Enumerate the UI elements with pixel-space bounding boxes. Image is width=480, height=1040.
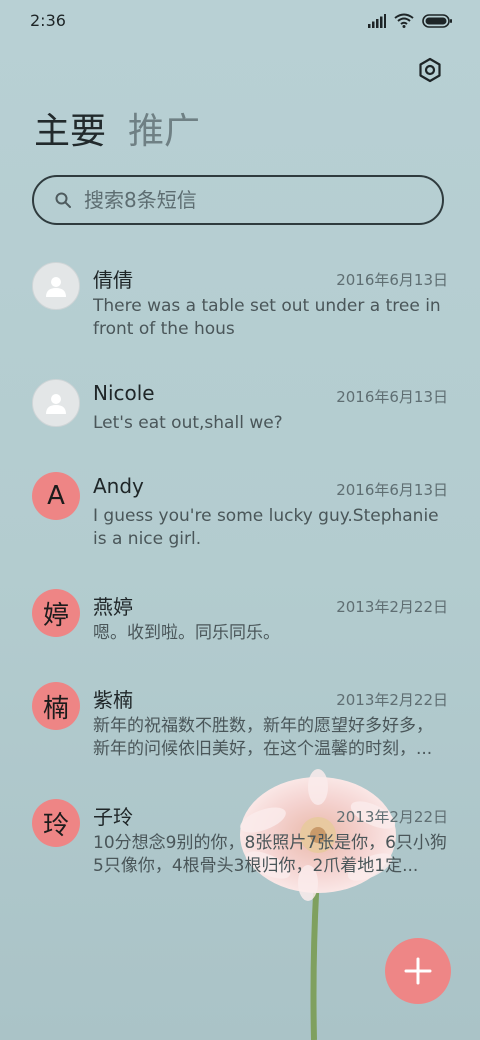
avatar: 楠 bbox=[32, 682, 80, 730]
compose-button[interactable] bbox=[385, 938, 451, 1004]
message-date: 2013年2月22日 bbox=[336, 808, 448, 826]
avatar: 玲 bbox=[32, 799, 80, 847]
message-row[interactable]: 婷 燕婷 2013年2月22日 嗯。收到啦。同乐同乐。 bbox=[0, 577, 480, 670]
settings-icon bbox=[419, 57, 441, 83]
contact-name: 紫楠 bbox=[93, 688, 133, 712]
contact-name: 倩倩 bbox=[93, 268, 133, 292]
contact-name: 燕婷 bbox=[93, 595, 133, 619]
tab-primary[interactable]: 主要 bbox=[34, 108, 106, 156]
status-icons bbox=[368, 13, 452, 28]
message-date: 2016年6月13日 bbox=[336, 271, 448, 289]
wifi-icon bbox=[394, 13, 414, 28]
contact-name: 子玲 bbox=[93, 805, 133, 829]
search-bar[interactable] bbox=[32, 175, 444, 225]
message-row[interactable]: 楠 紫楠 2013年2月22日 新年的祝福数不胜数，新年的愿望好多好多，新年的问… bbox=[0, 670, 480, 787]
status-time: 2:36 bbox=[30, 11, 66, 30]
plus-icon bbox=[404, 957, 432, 985]
person-icon bbox=[46, 277, 66, 297]
message-row[interactable]: 玲 子玲 2013年2月22日 10分想念9别的你，8张照片7张是你，6只小狗5… bbox=[0, 787, 480, 904]
status-bar: 2:36 bbox=[0, 0, 480, 40]
battery-icon bbox=[422, 13, 452, 28]
message-date: 2013年2月22日 bbox=[336, 691, 448, 709]
avatar bbox=[32, 262, 80, 310]
message-preview: Let's eat out,shall we? bbox=[93, 413, 283, 433]
message-date: 2013年2月22日 bbox=[336, 598, 448, 616]
search-icon bbox=[55, 192, 71, 208]
message-preview: 新年的祝福数不胜数，新年的愿望好多好多，新年的问候依旧美好，在这个温馨的时刻，.… bbox=[93, 716, 433, 759]
message-list: 倩倩 2016年6月13日 There was a table set out … bbox=[0, 250, 480, 904]
avatar bbox=[32, 379, 80, 427]
contact-name: Andy bbox=[93, 474, 144, 498]
tab-promotions[interactable]: 推广 bbox=[128, 108, 200, 156]
settings-button[interactable] bbox=[416, 56, 444, 84]
message-preview: 嗯。收到啦。同乐同乐。 bbox=[93, 623, 280, 643]
contact-name: Nicole bbox=[93, 381, 155, 405]
message-date: 2016年6月13日 bbox=[336, 481, 448, 499]
signal-icon bbox=[368, 13, 386, 28]
message-preview: I guess you're some lucky guy.Stephanie … bbox=[93, 506, 439, 549]
tab-bar: 主要 推广 bbox=[34, 108, 200, 156]
person-icon bbox=[46, 394, 66, 414]
message-row[interactable]: A Andy 2016年6月13日 I guess you're some lu… bbox=[0, 460, 480, 577]
message-preview: 10分想念9别的你，8张照片7张是你，6只小狗5只像你，4根骨头3根归你，2爪着… bbox=[93, 833, 447, 876]
message-preview: There was a table set out under a tree i… bbox=[93, 296, 441, 339]
avatar: A bbox=[32, 472, 80, 520]
message-row[interactable]: 倩倩 2016年6月13日 There was a table set out … bbox=[0, 250, 480, 367]
avatar: 婷 bbox=[32, 589, 80, 637]
search-input[interactable] bbox=[82, 187, 416, 213]
message-row[interactable]: Nicole 2016年6月13日 Let's eat out,shall we… bbox=[0, 367, 480, 460]
message-date: 2016年6月13日 bbox=[336, 388, 448, 406]
